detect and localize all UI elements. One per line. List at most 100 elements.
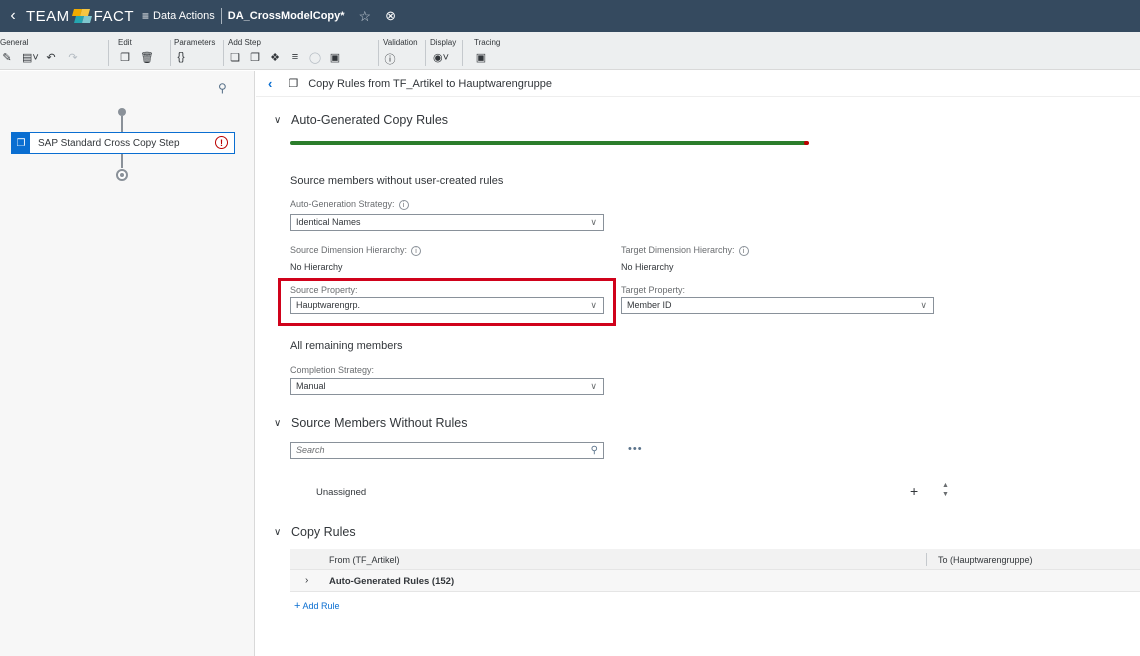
step-flow-pane: ⚲ ❐ SAP Standard Cross Copy Step ! (0, 71, 255, 656)
table-row[interactable]: › Auto-Generated Rules (152) (290, 570, 1140, 592)
shell-bar: ‹ TEAM FACT ≡ Data Actions DA_CrossModel… (0, 0, 1140, 32)
select-value: Manual (296, 381, 326, 391)
toolbar-divider (223, 40, 224, 66)
cross-copy-step-icon: ❐ (288, 78, 299, 90)
chevron-right-icon[interactable]: › (305, 575, 308, 586)
section-auto-generated[interactable]: ∨ Auto-Generated Copy Rules (274, 113, 448, 127)
add-rule-button[interactable]: + Add Rule (294, 600, 339, 612)
toolbar-group-label: Parameters (174, 38, 216, 47)
info-icon[interactable]: i (738, 245, 749, 256)
subheading-source-members: Source members without user-created rule… (290, 175, 504, 187)
toolbar-group-label: General (0, 38, 29, 47)
toolbar-group-validation: Validation ⓘ (383, 38, 418, 68)
tools-icon[interactable]: ✎ (0, 51, 14, 64)
cross-copy-step-node[interactable]: ❐ SAP Standard Cross Copy Step ! (11, 132, 235, 154)
section-source-members[interactable]: ∨ Source Members Without Rules (274, 416, 467, 430)
chevron-down-icon[interactable]: ∨ (920, 298, 927, 313)
logo-mark-icon (71, 7, 92, 25)
select-value: Identical Names (296, 217, 361, 227)
search-icon[interactable]: ⚲ (218, 81, 227, 95)
toolbar-group-label: Display (430, 38, 457, 47)
script-icon[interactable]: ▣ (328, 51, 342, 64)
toolbar-divider (462, 40, 463, 66)
toolbar-divider (425, 40, 426, 66)
copy-step-icon: ❐ (12, 133, 30, 153)
toolbar-divider (108, 40, 109, 66)
copy-icon[interactable]: ❐ (118, 51, 132, 64)
copy-step-icon[interactable]: ❏ (228, 51, 242, 64)
section-copy-rules[interactable]: ∨ Copy Rules (274, 525, 356, 539)
more-options-icon[interactable]: ••• (628, 443, 643, 455)
strategy-label: Auto-Generation Strategy: i (290, 199, 409, 210)
add-rule-label: Add Rule (302, 601, 340, 611)
tracing-icon[interactable]: ▣ (474, 51, 488, 64)
copy-rules-panel: ‹ ❐ Copy Rules from TF_Artikel to Hauptw… (256, 71, 1140, 656)
copy-rules-table-header: From (TF_Artikel) To (Hauptwarengruppe) (290, 549, 1140, 570)
close-circle-icon[interactable]: ⊗ (385, 8, 396, 24)
source-property-highlight (278, 278, 616, 326)
toolbar-divider (170, 40, 171, 66)
flow-connector (121, 116, 123, 132)
auto-generation-strategy-select[interactable]: Identical Names ∨ (290, 214, 604, 231)
subheading-remaining-members: All remaining members (290, 340, 403, 352)
search-input[interactable]: Search ⚲ (290, 442, 604, 459)
add-icon[interactable]: + (910, 483, 918, 499)
row-label: Auto-Generated Rules (152) (329, 576, 455, 587)
target-property-select[interactable]: Member ID ∨ (621, 297, 934, 314)
panel-header: ‹ ❐ Copy Rules from TF_Artikel to Hauptw… (256, 71, 1140, 97)
progress-error-segment (804, 141, 809, 145)
search-icon[interactable]: ⚲ (591, 443, 598, 458)
logo-text-team: TEAM (26, 7, 70, 25)
star-icon[interactable]: ☆ (359, 8, 372, 25)
target-hierarchy-value: No Hierarchy (621, 262, 674, 272)
section-title: Copy Rules (291, 525, 356, 539)
chevron-down-icon[interactable]: ∨ (274, 115, 288, 126)
auto-generation-progress-bar (290, 141, 808, 145)
currency-icon[interactable]: ◯ (308, 51, 322, 64)
allocation-step-icon[interactable]: ❖ (268, 51, 282, 64)
cross-copy-step-icon[interactable]: ❐ (248, 51, 262, 64)
back-chevron-icon[interactable]: ‹ (268, 76, 272, 91)
toolbar-divider (378, 40, 379, 66)
toolbar-group-edit: Edit ❐ 🗑 (118, 38, 154, 68)
app-name[interactable]: Data Actions (153, 10, 215, 22)
save-dropdown-icon[interactable]: ▤˅ (22, 51, 39, 64)
advanced-formula-icon[interactable]: ≡ (288, 51, 302, 64)
chevron-down-icon[interactable]: ∨ (590, 215, 597, 230)
toolbar-group-label: Add Step (228, 38, 261, 47)
flow-connector (121, 154, 123, 168)
panel-title: Copy Rules from TF_Artikel to Hauptwaren… (308, 77, 552, 90)
braces-icon[interactable]: {} (174, 51, 188, 63)
data-actions-icon: ≡ (142, 9, 150, 23)
display-dropdown-icon[interactable]: ◉˅ (430, 51, 452, 64)
sort-icon[interactable]: ▲ ▼ (942, 481, 949, 499)
error-icon[interactable]: ! (215, 136, 228, 149)
team-fact-logo: TEAM FACT (26, 7, 134, 25)
chevron-down-icon[interactable]: ∨ (274, 527, 288, 538)
search-placeholder: Search (296, 445, 325, 455)
toolbar-group-label: Validation (383, 38, 418, 47)
source-hierarchy-value: No Hierarchy (290, 262, 343, 272)
select-value: Member ID (627, 300, 672, 310)
redo-icon[interactable]: ↷ (66, 51, 80, 64)
toolbar-group-general: General ✎ ▤˅ ↶ ↷ (0, 38, 80, 68)
info-icon[interactable]: i (411, 245, 422, 256)
title-separator (220, 8, 222, 24)
completion-strategy-label: Completion Strategy: (290, 365, 375, 375)
delete-icon[interactable]: 🗑 (140, 51, 154, 64)
column-header-from[interactable]: From (TF_Artikel) (329, 555, 400, 565)
info-icon[interactable]: i (398, 199, 409, 210)
completion-strategy-select[interactable]: Manual ∨ (290, 378, 604, 395)
undo-icon[interactable]: ↶ (44, 51, 58, 64)
chevron-left-icon[interactable]: ‹ (0, 7, 26, 25)
target-hierarchy-label: Target Dimension Hierarchy: i (621, 245, 749, 256)
column-header-to[interactable]: To (Hauptwarengruppe) (938, 555, 1033, 565)
chevron-down-icon[interactable]: ∨ (274, 418, 288, 429)
source-hierarchy-label: Source Dimension Hierarchy: i (290, 245, 422, 256)
chevron-down-icon[interactable]: ∨ (590, 379, 597, 394)
validation-icon[interactable]: ⓘ (383, 51, 397, 67)
flow-start-node (118, 108, 126, 116)
unassigned-item[interactable]: Unassigned (316, 487, 366, 498)
section-title: Auto-Generated Copy Rules (291, 113, 449, 127)
plus-icon: + (294, 600, 301, 612)
